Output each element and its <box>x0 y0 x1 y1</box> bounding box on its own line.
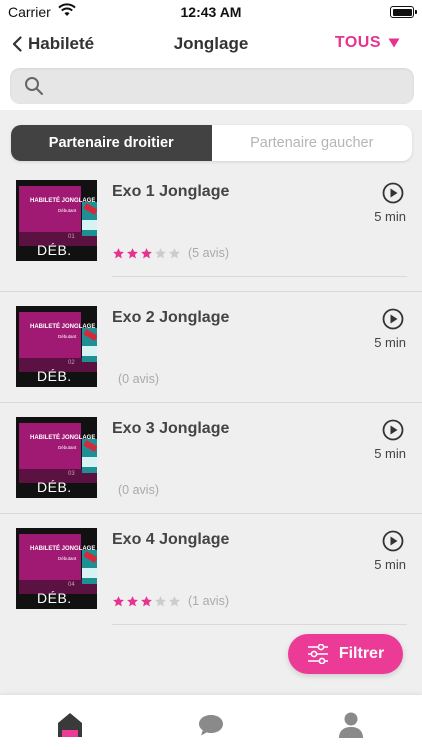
play-circle-icon[interactable] <box>382 182 404 204</box>
exercise-thumbnail: HABILETÉ JONGLAGE Débutant 03 DÉB. <box>16 417 97 498</box>
search-input[interactable] <box>54 68 404 104</box>
status-bar: Carrier 12:43 AM <box>0 0 422 24</box>
review-count: (1 avis) <box>188 594 229 608</box>
star-filled-icon <box>113 247 124 258</box>
exercise-list-item[interactable]: HABILETÉ JONGLAGE Débutant 03 DÉB. Exo 3… <box>0 417 422 517</box>
exercise-title: Exo 4 Jonglage <box>112 531 230 548</box>
tab-profile[interactable] <box>281 695 421 750</box>
segment-left-handed-partner[interactable]: Partenaire gaucher <box>212 125 413 161</box>
play-circle-icon[interactable] <box>382 308 404 330</box>
tab-messages[interactable] <box>141 695 281 750</box>
category-filter-dropdown[interactable]: TOUS <box>335 34 400 52</box>
exercise-list-item[interactable]: HABILETÉ JONGLAGE Débutant 04 DÉB. Exo 4… <box>0 528 422 628</box>
star-empty-icon <box>155 595 166 606</box>
thumbnail-subtitle: Débutant <box>58 334 77 339</box>
exercise-duration: 5 min <box>374 446 406 461</box>
row-divider <box>112 276 407 277</box>
section-divider <box>0 291 422 292</box>
exercise-duration: 5 min <box>374 557 406 572</box>
star-filled-icon <box>127 247 138 258</box>
segment-right-handed-partner[interactable]: Partenaire droitier <box>11 125 212 161</box>
thumbnail-title: HABILETÉ JONGLAGE <box>30 435 96 441</box>
clock: 12:43 AM <box>180 4 242 20</box>
home-icon <box>58 712 82 737</box>
profile-icon <box>339 712 363 738</box>
thumbnail-number: 01 <box>68 234 75 240</box>
star-rating <box>112 247 182 260</box>
thumbnail-level: DÉB. <box>37 479 72 495</box>
thumbnail-number: 04 <box>68 582 75 588</box>
thumbnail-number: 03 <box>68 471 75 477</box>
section-divider <box>0 402 422 403</box>
thumbnail-subtitle: Débutant <box>58 445 77 450</box>
thumbnail-subtitle: Débutant <box>58 208 77 213</box>
search-icon <box>25 77 43 95</box>
filter-button[interactable]: Filtrer <box>288 634 403 674</box>
exercise-title: Exo 2 Jonglage <box>112 309 230 326</box>
triangle-down-icon <box>388 38 400 48</box>
exercise-thumbnail: HABILETÉ JONGLAGE Débutant 01 DÉB. <box>16 180 97 261</box>
exercise-duration: 5 min <box>374 335 406 350</box>
back-button[interactable]: Habileté <box>12 34 94 54</box>
exercise-duration: 5 min <box>374 209 406 224</box>
thumbnail-title: HABILETÉ JONGLAGE <box>30 324 96 330</box>
play-circle-icon[interactable] <box>382 419 404 441</box>
exercise-rating: (0 avis) <box>112 483 159 497</box>
star-filled-icon <box>127 595 138 606</box>
star-rating <box>112 595 182 608</box>
thumbnail-title: HABILETÉ JONGLAGE <box>30 198 96 204</box>
star-empty-icon <box>169 247 180 258</box>
tab-home[interactable] <box>0 695 140 750</box>
star-filled-icon <box>141 595 152 606</box>
filter-button-label: Filtrer <box>338 645 385 662</box>
battery-icon <box>390 6 417 18</box>
tab-bar <box>0 695 422 750</box>
exercise-title: Exo 3 Jonglage <box>112 420 230 437</box>
star-empty-icon <box>155 247 166 258</box>
review-count: (5 avis) <box>188 246 229 260</box>
back-label: Habileté <box>28 34 95 53</box>
exercise-rating: (0 avis) <box>112 372 159 386</box>
row-divider <box>112 624 407 625</box>
exercise-list-item[interactable]: HABILETÉ JONGLAGE Débutant 01 DÉB. Exo 1… <box>0 180 422 280</box>
category-filter-label: TOUS <box>334 34 381 51</box>
exercise-rating: (5 avis) <box>112 246 229 260</box>
thumbnail-number: 02 <box>68 360 75 366</box>
thumbnail-level: DÉB. <box>37 242 72 258</box>
exercise-rating: (1 avis) <box>112 594 229 608</box>
chat-icon <box>199 714 223 735</box>
navigation-bar: Habileté Jonglage TOUS <box>0 24 422 64</box>
review-count: (0 avis) <box>118 483 159 497</box>
exercise-title: Exo 1 Jonglage <box>112 183 230 200</box>
chevron-left-icon <box>12 36 22 52</box>
section-divider <box>0 513 422 514</box>
exercise-list-item[interactable]: HABILETÉ JONGLAGE Débutant 02 DÉB. Exo 2… <box>0 306 422 406</box>
review-count: (0 avis) <box>118 372 159 386</box>
search-container <box>0 64 422 110</box>
thumbnail-title: HABILETÉ JONGLAGE <box>30 546 96 552</box>
sliders-icon <box>307 644 328 664</box>
exercise-thumbnail: HABILETÉ JONGLAGE Débutant 04 DÉB. <box>16 528 97 609</box>
thumbnail-subtitle: Débutant <box>58 556 77 561</box>
star-filled-icon <box>113 595 124 606</box>
exercise-thumbnail: HABILETÉ JONGLAGE Débutant 02 DÉB. <box>16 306 97 387</box>
thumbnail-level: DÉB. <box>37 368 72 384</box>
thumbnail-level: DÉB. <box>37 590 72 606</box>
star-filled-icon <box>141 247 152 258</box>
star-empty-icon <box>169 595 180 606</box>
search-bar[interactable] <box>10 68 414 104</box>
partner-segmented-control: Partenaire droitier Partenaire gaucher <box>11 125 412 161</box>
play-circle-icon[interactable] <box>382 530 404 552</box>
